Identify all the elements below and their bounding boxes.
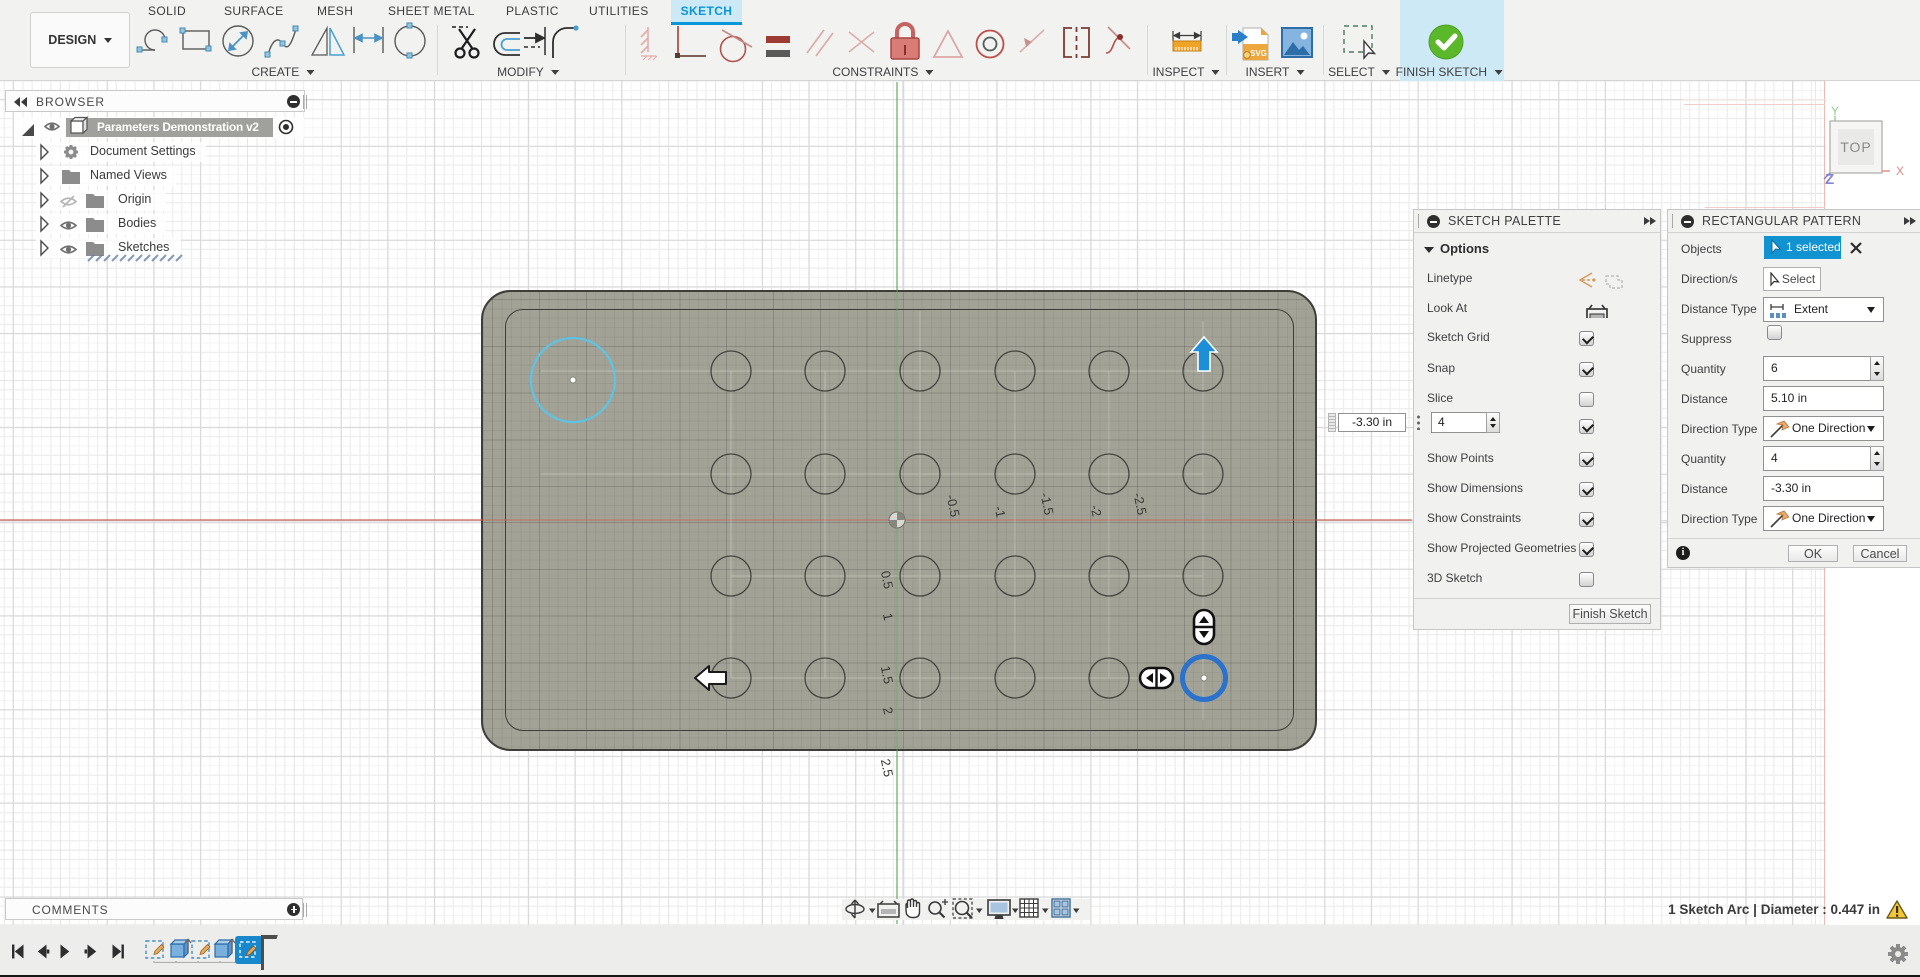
svg-text:-1: -1 [992, 505, 1009, 519]
svg-text:2: 2 [880, 706, 896, 716]
svg-text:-0.5: -0.5 [943, 493, 962, 518]
svg-text:-1.5: -1.5 [1037, 491, 1056, 516]
svg-text:2.5: 2.5 [878, 757, 896, 778]
svg-text:1.5: 1.5 [878, 664, 896, 685]
svg-text:-2.5: -2.5 [1130, 491, 1149, 516]
svg-text:SVG: SVG [1250, 49, 1267, 58]
svg-text:Y: Y [1831, 104, 1839, 118]
svg-text:-2: -2 [1088, 504, 1105, 518]
svg-text:TOP: TOP [1840, 139, 1872, 155]
svg-text:X: X [1896, 164, 1904, 178]
svg-text:1: 1 [880, 612, 896, 622]
svg-text:0.5: 0.5 [878, 569, 896, 590]
